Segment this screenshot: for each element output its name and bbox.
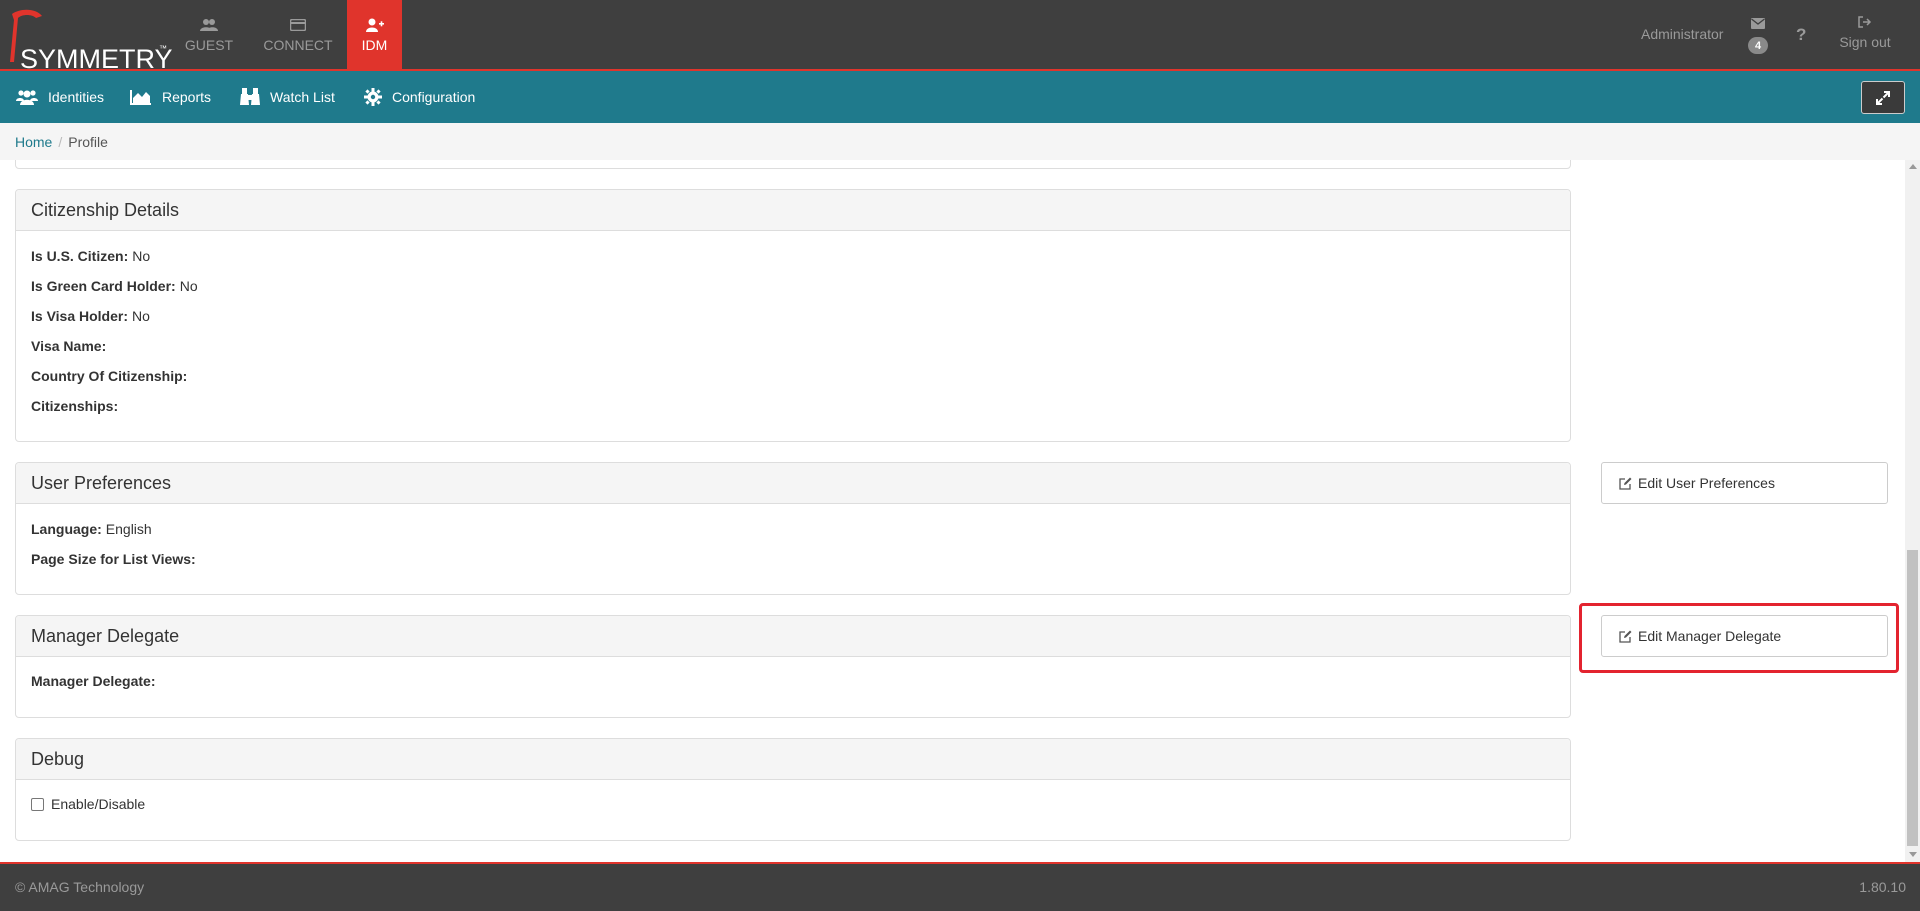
field-green-card-holder: Is Green Card Holder: No [31, 278, 198, 294]
panel-title: Citizenship Details [16, 190, 1570, 231]
panel-title: Debug [16, 739, 1570, 780]
user-preferences-panel: User Preferences Language: English Page S… [15, 462, 1571, 595]
enable-disable-checkbox[interactable] [31, 797, 44, 811]
app-tab-label: IDM [361, 37, 388, 53]
field-country-of-citizenship: Country Of Citizenship: [31, 368, 188, 384]
main-nav: Identities Reports Watch List Configurat… [0, 71, 1920, 123]
nav-item-label: Identities [48, 89, 105, 105]
highlight-box [1579, 603, 1899, 673]
field-visa-holder: Is Visa Holder: No [31, 308, 150, 324]
expand-icon [1876, 90, 1890, 105]
area-chart-icon [130, 89, 152, 105]
copyright-text: © AMAG Technology [15, 879, 145, 895]
gear-icon [364, 88, 382, 106]
signout-label: Sign out [1839, 34, 1891, 50]
app-tab-label: GUEST [184, 37, 234, 53]
scroll-thumb[interactable] [1907, 550, 1918, 846]
breadcrumb-separator: / [58, 133, 63, 150]
content-area: Citizenship Details Is U.S. Citizen: No I… [0, 160, 1920, 862]
envelope-icon [1751, 18, 1765, 29]
app-tab-label: CONNECT [263, 37, 333, 53]
help-button[interactable]: ? [1796, 25, 1806, 45]
user-plus-icon [365, 16, 384, 34]
symmetry-logo[interactable]: SYMMETRY ™ [6, 6, 173, 74]
breadcrumb-home-link[interactable]: Home [15, 134, 52, 150]
panel-title: Manager Delegate [16, 616, 1570, 657]
top-bar: SYMMETRY ™ GUEST CONNECT IDM Administrat… [0, 0, 1920, 74]
button-label: Edit User Preferences [1638, 475, 1775, 491]
user-menu[interactable]: Administrator [1641, 26, 1723, 42]
debug-panel: Debug Enable/Disable [15, 738, 1571, 841]
signout-button[interactable]: Sign out [1838, 16, 1892, 50]
scroll-up-arrow-icon[interactable] [1909, 164, 1917, 169]
scroll-down-arrow-icon[interactable] [1909, 852, 1917, 857]
manager-delegate-panel: Manager Delegate Manager Delegate: [15, 615, 1571, 718]
field-manager-delegate: Manager Delegate: [31, 673, 156, 689]
field-visa-name: Visa Name: [31, 338, 107, 354]
citizenship-details-panel: Citizenship Details Is U.S. Citizen: No I… [15, 189, 1571, 442]
field-language: Language: English [31, 521, 152, 537]
fullscreen-button[interactable] [1861, 81, 1905, 114]
app-tab-idm[interactable]: IDM [347, 0, 402, 69]
app-tab-guest[interactable]: GUEST [175, 0, 243, 69]
footer: © AMAG Technology 1.80.10 [0, 862, 1920, 911]
vertical-scrollbar[interactable] [1905, 160, 1920, 862]
nav-item-reports[interactable]: Reports [130, 71, 211, 123]
nav-item-label: Reports [162, 89, 212, 105]
field-citizenships: Citizenships: [31, 398, 119, 414]
edit-user-preferences-button[interactable]: Edit User Preferences [1601, 462, 1888, 504]
message-count-badge: 4 [1748, 37, 1768, 54]
app-tab-connect[interactable]: CONNECT [253, 0, 343, 69]
users-icon [16, 89, 38, 105]
nav-item-identities[interactable]: Identities [16, 71, 104, 123]
breadcrumb-current: Profile [68, 133, 108, 150]
checkbox-label: Enable/Disable [51, 796, 146, 812]
previous-panel [15, 160, 1571, 169]
panel-title: User Preferences [16, 463, 1570, 504]
binoculars-icon [240, 88, 260, 106]
signout-icon [1838, 16, 1892, 34]
users-icon [200, 16, 218, 34]
nav-item-watch-list[interactable]: Watch List [240, 71, 335, 123]
breadcrumb: Home / Profile [0, 123, 1920, 160]
nav-item-label: Watch List [270, 89, 335, 105]
field-page-size: Page Size for List Views: [31, 551, 196, 567]
field-us-citizen: Is U.S. Citizen: No [31, 248, 151, 264]
logo-trademark: ™ [159, 44, 167, 53]
debug-toggle[interactable]: Enable/Disable [31, 789, 1555, 819]
credit-card-icon [290, 16, 306, 34]
edit-icon [1619, 477, 1632, 490]
nav-item-label: Configuration [392, 89, 476, 105]
version-text: 1.80.10 [1859, 879, 1906, 895]
nav-item-configuration[interactable]: Configuration [364, 71, 475, 123]
